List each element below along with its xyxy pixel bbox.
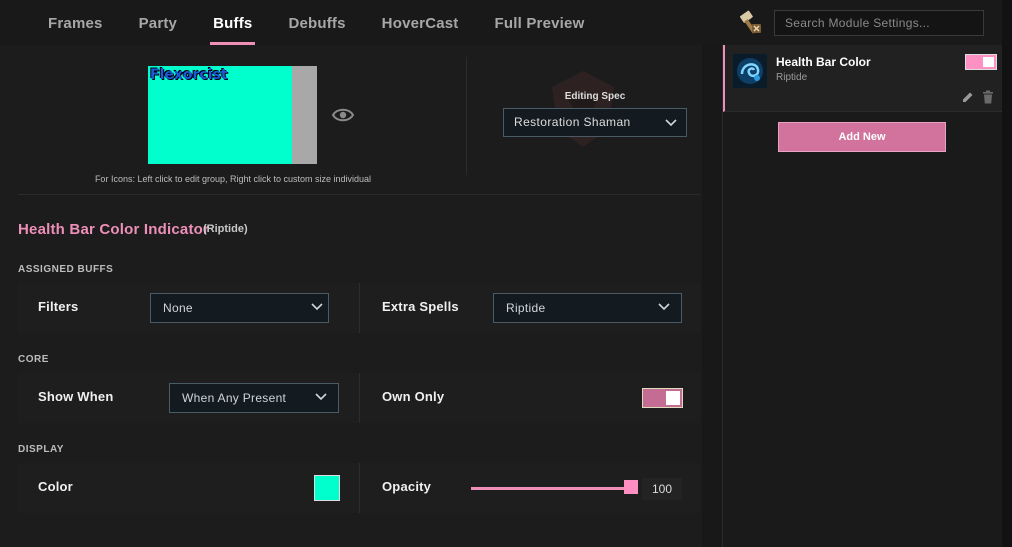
module-title: Health Bar Color xyxy=(776,55,871,69)
extra-spells-value: Riptide xyxy=(506,301,546,315)
main-panel: Flexorcist For Icons: Left click to edit… xyxy=(0,45,702,547)
extra-spells-select[interactable]: Riptide xyxy=(493,293,682,323)
tab-full-preview[interactable]: Full Preview xyxy=(477,0,603,45)
search-input[interactable] xyxy=(775,11,983,35)
eye-icon[interactable] xyxy=(332,107,354,123)
color-swatch[interactable] xyxy=(314,475,340,501)
filters-cell: Filters None xyxy=(18,283,359,333)
own-only-toggle[interactable] xyxy=(642,388,683,408)
riptide-spell-icon xyxy=(733,54,767,88)
tab-party[interactable]: Party xyxy=(121,0,196,45)
own-only-cell: Own Only xyxy=(359,373,700,423)
filters-select[interactable]: None xyxy=(150,293,329,323)
tab-debuffs[interactable]: Debuffs xyxy=(270,0,363,45)
assigned-buffs-row: Filters None Extra Spells Riptide xyxy=(18,283,700,333)
module-item[interactable]: Health Bar Color Riptide xyxy=(723,45,1003,112)
display-row: Color Opacity 100 xyxy=(18,463,700,513)
opacity-label: Opacity xyxy=(382,479,432,494)
extra-spells-cell: Extra Spells Riptide xyxy=(359,283,700,333)
extra-spells-label: Extra Spells xyxy=(382,299,459,314)
color-label: Color xyxy=(38,479,73,494)
indicator-subtitle: (Riptide) xyxy=(203,223,248,235)
add-new-button[interactable]: Add New xyxy=(778,122,946,152)
module-enable-toggle[interactable] xyxy=(965,54,997,70)
editing-spec-value: Restoration Shaman xyxy=(514,115,631,129)
frame-name: Flexorcist xyxy=(150,67,228,83)
unit-frame-preview[interactable]: Flexorcist xyxy=(148,66,317,164)
tab-frames[interactable]: Frames xyxy=(30,0,121,45)
filters-label: Filters xyxy=(38,299,79,314)
show-when-value: When Any Present xyxy=(182,391,287,405)
show-when-label: Show When xyxy=(38,389,114,404)
window-edge xyxy=(1002,0,1012,547)
frame-missing-health xyxy=(292,66,317,164)
group-label-display: DISPLAY xyxy=(18,444,64,455)
group-label-assigned-buffs: ASSIGNED BUFFS xyxy=(18,264,114,275)
chevron-down-icon xyxy=(658,303,670,311)
tab-hovercast[interactable]: HoverCast xyxy=(364,0,477,45)
module-subtitle: Riptide xyxy=(776,72,808,83)
editing-spec-select[interactable]: Restoration Shaman xyxy=(503,108,687,137)
color-cell: Color xyxy=(18,463,359,513)
toggle-knob xyxy=(666,391,680,405)
chevron-down-icon xyxy=(665,119,677,127)
opacity-cell: Opacity 100 xyxy=(359,463,700,513)
show-when-cell: Show When When Any Present xyxy=(18,373,359,423)
opacity-value: 100 xyxy=(642,478,682,500)
modules-panel: Health Bar Color Riptide Add New xyxy=(722,45,1003,547)
show-when-select[interactable]: When Any Present xyxy=(169,383,339,413)
filters-value: None xyxy=(163,301,193,315)
trash-icon[interactable] xyxy=(982,90,994,104)
core-row: Show When When Any Present Own Only xyxy=(18,373,700,423)
editing-spec-label: Editing Spec xyxy=(564,91,626,102)
hammer-icon[interactable] xyxy=(738,10,764,36)
opacity-slider-track[interactable] xyxy=(471,487,636,490)
search-box xyxy=(774,10,984,36)
group-label-core: CORE xyxy=(18,354,49,365)
divider xyxy=(466,57,467,175)
frame-preview-area: Flexorcist For Icons: Left click to edit… xyxy=(18,45,700,195)
indicator-title: Health Bar Color Indicator xyxy=(18,221,210,238)
chevron-down-icon xyxy=(311,303,323,311)
opacity-slider-thumb[interactable] xyxy=(624,480,638,494)
own-only-label: Own Only xyxy=(382,389,445,404)
pencil-icon[interactable] xyxy=(962,91,974,103)
tab-buffs[interactable]: Buffs xyxy=(195,0,270,45)
chevron-down-icon xyxy=(315,393,327,401)
toggle-knob xyxy=(983,57,994,67)
preview-hint: For Icons: Left click to edit group, Rig… xyxy=(94,174,372,184)
top-nav-bar: Frames Party Buffs Debuffs HoverCast Ful… xyxy=(0,0,1012,45)
tab-strip: Frames Party Buffs Debuffs HoverCast Ful… xyxy=(30,0,602,45)
